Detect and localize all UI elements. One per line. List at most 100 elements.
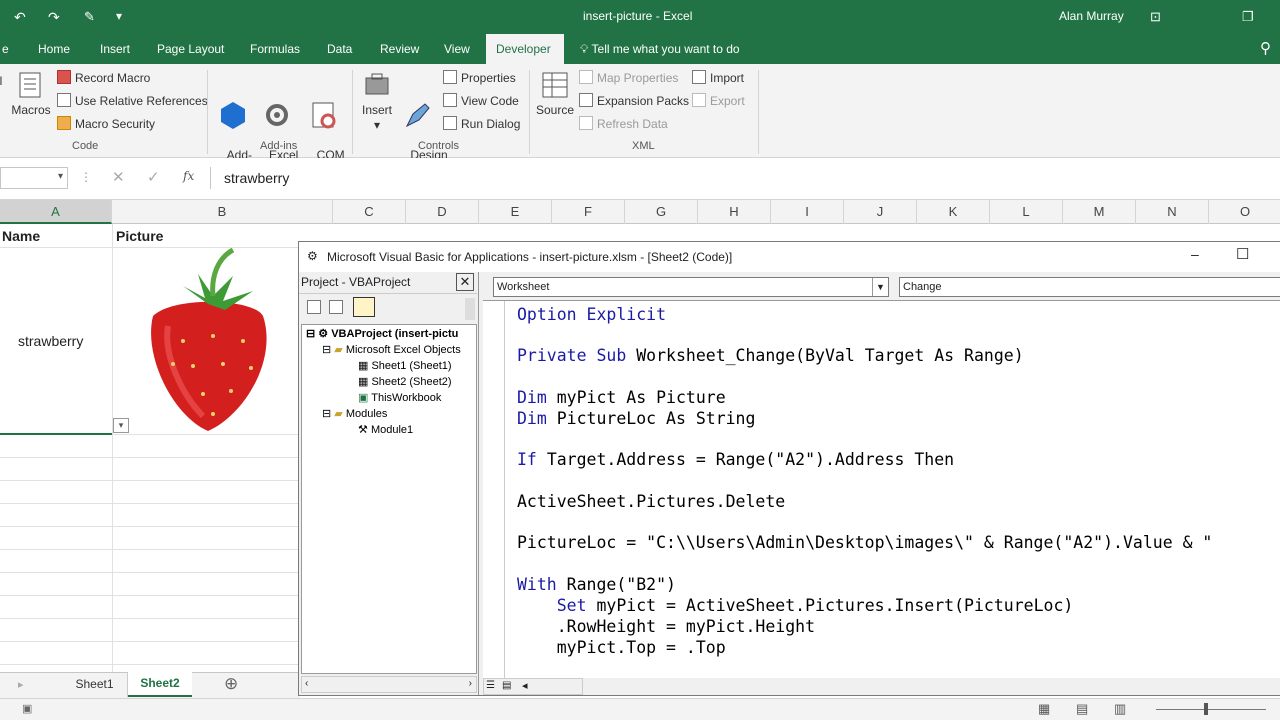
header-picture-cell[interactable]: Picture — [116, 228, 163, 244]
tree-item-module1[interactable]: ⚒ Module1 — [358, 423, 413, 436]
strawberry-picture[interactable] — [113, 246, 283, 436]
chevron-down-icon[interactable]: ▾ — [58, 171, 63, 182]
visual-basic-button[interactable]: l — [0, 74, 8, 89]
column-header-f[interactable]: F — [552, 200, 625, 224]
object-combo[interactable]: Worksheet ▼ — [493, 277, 889, 297]
zoom-slider-thumb[interactable] — [1204, 703, 1208, 715]
page-break-view-icon[interactable]: ▥ — [1114, 701, 1126, 717]
column-header-l[interactable]: L — [990, 200, 1063, 224]
column-header-e[interactable]: E — [479, 200, 552, 224]
tab-file[interactable]: e — [0, 34, 12, 64]
collapse-icon[interactable]: ⊟ — [306, 328, 315, 340]
undo-icon[interactable]: ↶ — [14, 9, 26, 26]
formula-input[interactable]: strawberry — [210, 167, 1280, 189]
cancel-icon[interactable]: ✕ — [112, 168, 125, 186]
column-header-h[interactable]: H — [698, 200, 771, 224]
properties-button[interactable]: Properties — [443, 69, 516, 87]
zoom-slider[interactable] — [1156, 709, 1266, 710]
record-macro-button[interactable]: Record Macro — [57, 69, 150, 87]
scroll-tabs-icon[interactable]: ▸ — [18, 678, 24, 691]
insert-control-button[interactable]: Insert ▾ — [357, 70, 397, 133]
tab-page-layout[interactable]: Page Layout — [147, 34, 234, 64]
insert-function-icon[interactable]: fx — [183, 169, 194, 183]
restore-icon[interactable]: ❐ — [1242, 9, 1254, 25]
import-button[interactable]: Import — [692, 69, 744, 87]
column-header-a[interactable]: A — [0, 200, 112, 224]
view-object-icon[interactable] — [329, 300, 343, 314]
tree-item-sheet2[interactable]: ▦ Sheet2 (Sheet2) — [358, 375, 452, 388]
ribbon-options-icon[interactable]: ⊡ — [1150, 9, 1161, 25]
scroll-left-icon[interactable]: ◂ — [522, 679, 528, 692]
export-button[interactable]: Export — [692, 92, 745, 110]
horizontal-scrollbar[interactable]: ‹ › — [301, 676, 477, 693]
share-icon[interactable]: ⚲ — [1250, 34, 1280, 64]
tree-item-thisworkbook[interactable]: ▣ ThisWorkbook — [358, 391, 441, 404]
procedure-combo[interactable]: Change — [899, 277, 1280, 297]
sheet-tab-sheet1[interactable]: Sheet1 — [62, 673, 128, 697]
code-horizontal-scrollbar[interactable]: ☰ ▤ ◂ — [483, 678, 583, 695]
tab-data[interactable]: Data — [317, 34, 362, 64]
column-header-c[interactable]: C — [333, 200, 406, 224]
view-code-icon[interactable] — [307, 300, 321, 314]
source-button[interactable]: Source — [533, 70, 577, 118]
user-name[interactable]: Alan Murray — [1059, 9, 1124, 23]
scroll-left-icon[interactable]: ‹ — [305, 678, 308, 689]
column-header-k[interactable]: K — [917, 200, 990, 224]
close-icon[interactable]: ✕ — [456, 273, 474, 291]
use-relative-references-button[interactable]: Use Relative References — [57, 92, 208, 110]
object-combo-value: Worksheet — [497, 281, 550, 293]
header-name-cell[interactable]: Name — [2, 228, 40, 244]
tab-home[interactable]: Home — [28, 34, 80, 64]
maximize-icon[interactable]: ☐ — [1236, 245, 1249, 263]
redo-icon[interactable]: ↷ — [48, 9, 60, 26]
view-code-button[interactable]: View Code — [443, 92, 519, 110]
tab-insert[interactable]: Insert — [90, 34, 140, 64]
column-header-d[interactable]: D — [406, 200, 479, 224]
scrollbar[interactable] — [465, 298, 475, 320]
refresh-data-button[interactable]: Refresh Data — [579, 115, 668, 133]
run-dialog-button[interactable]: Run Dialog — [443, 115, 520, 133]
tab-developer[interactable]: Developer — [486, 34, 564, 64]
macro-recording-icon[interactable]: ▣ — [22, 702, 32, 715]
macro-security-button[interactable]: Macro Security — [57, 115, 155, 133]
add-ins-icon — [221, 102, 245, 129]
margin-indicator-bar[interactable] — [483, 301, 505, 678]
brush-icon[interactable]: ✎ — [84, 9, 95, 25]
tree-item-excel-objects[interactable]: ⊟ ▰ Microsoft Excel Objects — [322, 343, 461, 356]
full-module-view-icon[interactable]: ▤ — [502, 680, 511, 691]
tree-item-sheet1[interactable]: ▦ Sheet1 (Sheet1) — [358, 359, 452, 372]
tree-item-modules[interactable]: ⊟ ▰ Modules — [322, 407, 387, 420]
procedure-view-icon[interactable]: ☰ — [486, 680, 495, 691]
toggle-folders-icon[interactable] — [353, 297, 375, 317]
tell-me-box[interactable]: 💡︎ Tell me what you want to do — [570, 34, 750, 64]
scroll-right-icon[interactable]: › — [469, 678, 472, 689]
page-layout-view-icon[interactable]: ▤ — [1076, 701, 1088, 717]
tab-view[interactable]: View — [434, 34, 480, 64]
enter-icon[interactable]: ✓ — [147, 168, 160, 186]
column-header-n[interactable]: N — [1136, 200, 1209, 224]
new-sheet-icon[interactable]: ⊕ — [224, 674, 238, 694]
vba-editor-window[interactable]: ⚙ Microsoft Visual Basic for Application… — [298, 241, 1280, 696]
column-header-g[interactable]: G — [625, 200, 698, 224]
tab-formulas[interactable]: Formulas — [240, 34, 310, 64]
customize-qat-icon[interactable]: ▾ — [116, 9, 122, 23]
sheet-tab-sheet2[interactable]: Sheet2 — [128, 672, 192, 697]
collapse-icon[interactable]: ⊟ — [322, 344, 331, 356]
selected-cell-a2[interactable]: strawberry — [0, 247, 112, 435]
minimize-icon[interactable]: – — [1191, 246, 1199, 262]
column-header-o[interactable]: O — [1209, 200, 1280, 224]
expansion-packs-button[interactable]: Expansion Packs — [579, 92, 689, 110]
collapse-icon[interactable]: ⊟ — [322, 408, 331, 420]
tab-review[interactable]: Review — [370, 34, 429, 64]
column-header-m[interactable]: M — [1063, 200, 1136, 224]
column-header-j[interactable]: J — [844, 200, 917, 224]
map-properties-button[interactable]: Map Properties — [579, 69, 678, 87]
normal-view-icon[interactable]: ▦ — [1038, 701, 1050, 717]
macros-button[interactable]: Macros — [10, 70, 52, 118]
tree-item-vbaproject[interactable]: ⊟ ⚙ VBAProject (insert-pictu — [306, 327, 458, 340]
code-editor[interactable]: Option Explicit Private Sub Worksheet_Ch… — [483, 300, 1280, 678]
name-box[interactable]: ▾ — [0, 167, 68, 189]
chevron-down-icon[interactable]: ▼ — [872, 278, 888, 296]
column-header-b[interactable]: B — [112, 200, 333, 224]
column-header-i[interactable]: I — [771, 200, 844, 224]
